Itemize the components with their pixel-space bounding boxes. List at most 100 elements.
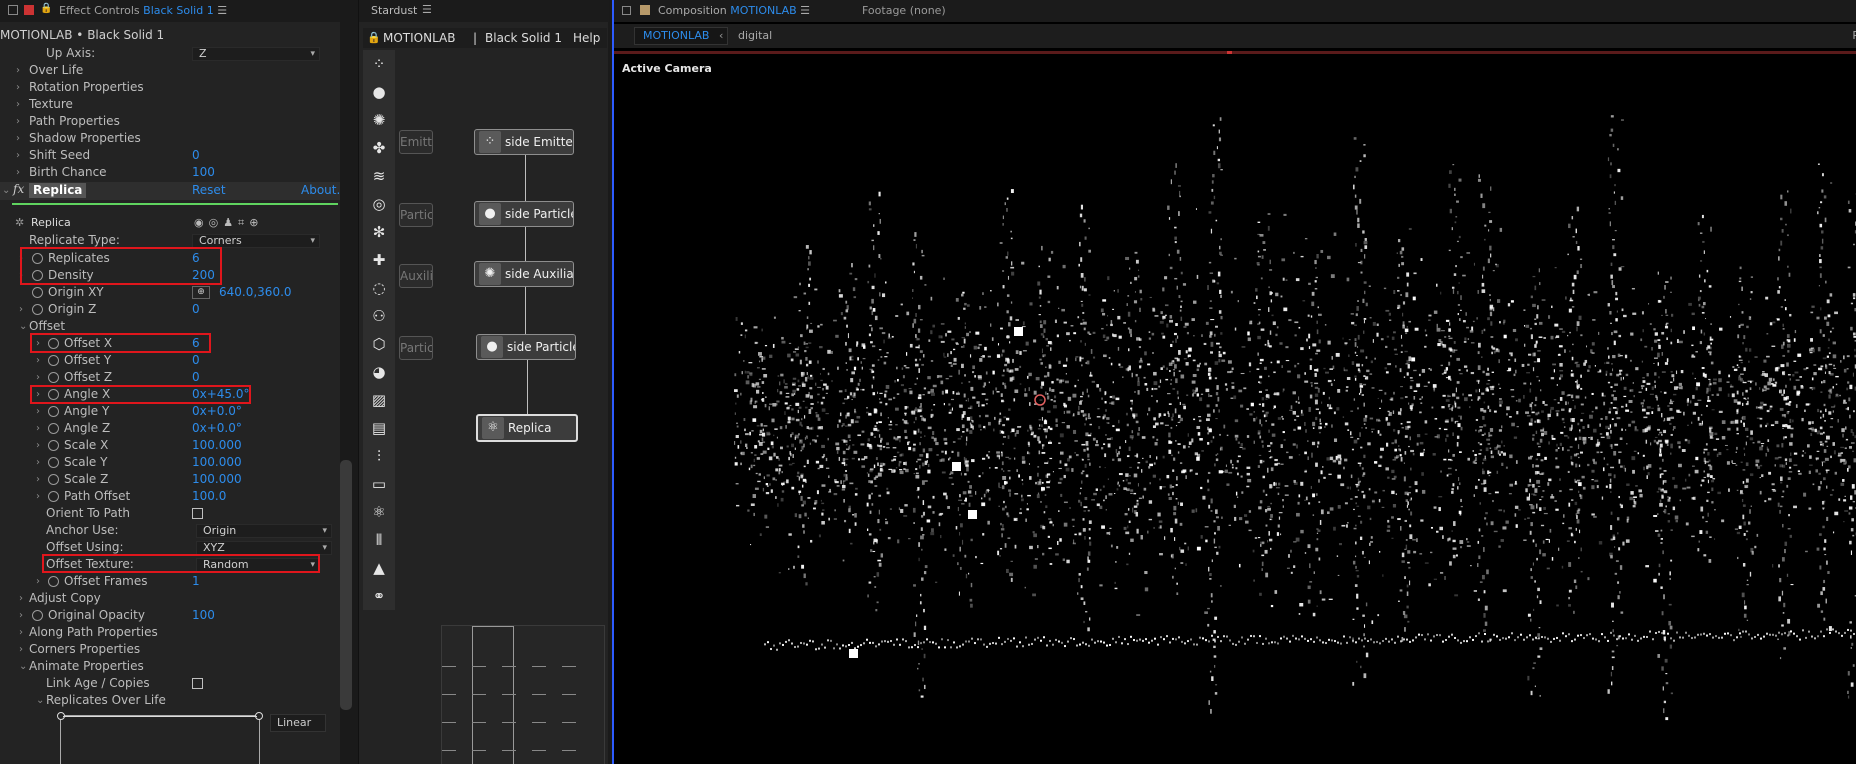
origin-z-value[interactable]: 0	[192, 301, 200, 318]
stopwatch-icon[interactable]	[48, 355, 59, 366]
angle-y-value[interactable]: 0x+0.0°	[192, 403, 242, 420]
link-age-checkbox[interactable]	[192, 678, 203, 689]
ghost-node[interactable]: Auxilia	[399, 264, 433, 288]
replicate-type-dropdown[interactable]: Corners ▾	[192, 234, 320, 248]
sphere-tool-icon[interactable]: ◕	[367, 360, 391, 384]
bars-tool-icon[interactable]: ⫶	[367, 444, 391, 468]
offset-y-value[interactable]: 0	[192, 352, 200, 369]
original-opacity-row: › Original Opacity 100	[19, 607, 215, 624]
circles-tool-icon[interactable]: ⚇	[367, 304, 391, 328]
stopwatch-icon[interactable]	[32, 287, 43, 298]
emitter-tool-icon[interactable]: ⁘	[367, 52, 391, 76]
about-link[interactable]: About...	[301, 183, 340, 197]
node-side-auxiliary[interactable]: ✺side Auxiliary	[474, 261, 574, 287]
stopwatch-icon[interactable]	[48, 406, 59, 417]
node-side-particle[interactable]: ● side Particle	[474, 201, 574, 227]
node-replica[interactable]: ⚛ Replica	[476, 414, 578, 442]
offset-z-value[interactable]: 0	[192, 369, 200, 386]
effect-name[interactable]: Replica	[29, 183, 87, 198]
ghost-node[interactable]: Particle	[399, 336, 433, 360]
interpolation-dropdown[interactable]: Linear	[270, 714, 326, 732]
anchor-use-dropdown[interactable]: Origin ▾	[196, 524, 332, 538]
composition-subtabs: MOTIONLAB‹ digital R	[614, 24, 1856, 48]
comp-subtab-digital[interactable]: digital	[738, 29, 772, 42]
stopwatch-icon[interactable]	[48, 491, 59, 502]
twirl-icon: ›	[16, 65, 20, 76]
replica-group-row: ✲ Replica ◉◎♟⌗⊕	[15, 214, 264, 231]
stopwatch-icon[interactable]	[48, 372, 59, 383]
effect-controls-tab[interactable]: 🔒 Effect Controls Black Solid 1 ☰	[0, 0, 340, 22]
burst-tool-icon[interactable]: ✺	[367, 108, 391, 132]
stopwatch-icon[interactable]	[32, 610, 43, 621]
up-axis-dropdown[interactable]: Z ▾	[192, 47, 320, 61]
cone-tool-icon[interactable]: ▲	[367, 556, 391, 580]
stopwatch-icon[interactable]	[48, 423, 59, 434]
up-axis-row: Up Axis: Z ▾	[0, 45, 340, 62]
scale-x-value[interactable]: 100.000	[192, 437, 242, 454]
composition-color-icon	[640, 5, 650, 15]
offset-frames-value[interactable]: 1	[192, 573, 200, 590]
stardust-tab[interactable]: Stardust ☰	[359, 0, 609, 22]
hatch-tool-icon[interactable]: ▨	[367, 388, 391, 412]
spark-tool-icon[interactable]: ✻	[367, 220, 391, 244]
lock-red-icon	[24, 5, 34, 15]
composition-viewer[interactable]: Active Camera	[614, 54, 1856, 764]
panel-close-icon[interactable]	[8, 5, 18, 15]
particle-render	[734, 115, 1856, 721]
rect-tool-icon[interactable]: ▭	[367, 472, 391, 496]
plus-tool-icon[interactable]: ✚	[367, 248, 391, 272]
birth-chance-value[interactable]: 100	[192, 164, 215, 181]
node-side-emitter[interactable]: ⁘ side Emitter	[474, 129, 574, 155]
original-opacity-value[interactable]: 100	[192, 607, 215, 624]
twirl-icon: ›	[16, 99, 20, 110]
stopwatch-icon[interactable]	[48, 457, 59, 468]
anchor-use-row: Anchor Use: Origin ▾	[0, 522, 340, 539]
effect-controls-panel: 🔒 Effect Controls Black Solid 1 ☰ MOTION…	[0, 0, 340, 764]
dotted-circle-tool-icon[interactable]: ◌	[367, 276, 391, 300]
replica-mode-icons[interactable]: ◉◎♟⌗⊕	[194, 214, 263, 231]
path-offset-value[interactable]: 100.0	[192, 488, 226, 505]
target-tool-icon[interactable]: ◎	[367, 192, 391, 216]
composition-tab[interactable]: Composition MOTIONLAB ☰ Footage (none)	[614, 0, 1856, 22]
replica-icon: ⚛	[482, 417, 504, 439]
origin-xy-row: Origin XY ⊕ 640.0,360.0	[0, 284, 340, 301]
stardust-toolstrip: ⁘ ● ✺ ✤ ≋ ◎ ✻ ✚ ◌ ⚇ ⬡ ◕ ▨ ▤ ⫶ ▭ ⚛ ⦀ ▲ ⚭	[363, 50, 395, 610]
lock-icon[interactable]: 🔒	[40, 3, 52, 14]
fan-tool-icon[interactable]: ✤	[367, 136, 391, 160]
replica-effect-header[interactable]: ⌄ fx Replica Reset About...	[0, 182, 340, 200]
ghost-node[interactable]: Emitte	[399, 130, 433, 154]
panel-close-icon[interactable]	[622, 6, 631, 15]
node-minimap[interactable]	[441, 625, 605, 764]
scale-z-value[interactable]: 100.000	[192, 471, 242, 488]
ghost-node[interactable]: Partic	[399, 203, 433, 227]
link-tool-icon[interactable]: ⚭	[367, 584, 391, 608]
comp-subtab-motionlab[interactable]: MOTIONLAB ‹	[634, 27, 729, 45]
orient-to-path-checkbox[interactable]	[192, 508, 203, 519]
stopwatch-icon[interactable]	[48, 576, 59, 587]
offset-using-dropdown[interactable]: XYZ ▾	[196, 541, 332, 555]
angle-z-value[interactable]: 0x+0.0°	[192, 420, 242, 437]
lock-icon[interactable]: 🔒	[367, 28, 381, 48]
wave-tool-icon[interactable]: ≋	[367, 164, 391, 188]
text-tool-icon[interactable]: ▤	[367, 416, 391, 440]
stopwatch-icon[interactable]	[48, 474, 59, 485]
reset-link[interactable]: Reset	[192, 183, 226, 197]
scale-y-value[interactable]: 100.000	[192, 454, 242, 471]
fx-icon[interactable]: fx	[13, 182, 24, 196]
particle-tool-icon[interactable]: ●	[367, 80, 391, 104]
origin-xy-value[interactable]: 640.0,360.0	[219, 284, 292, 301]
effect-controls-scrollbar[interactable]	[340, 460, 352, 710]
stopwatch-icon[interactable]	[48, 440, 59, 451]
stopwatch-icon[interactable]	[32, 304, 43, 315]
node-side-particle-2[interactable]: ● side Particle	[476, 334, 576, 360]
particle-icon: ●	[479, 203, 501, 225]
lines-tool-icon[interactable]: ⦀	[367, 528, 391, 552]
crosshair-icon[interactable]: ⊕	[192, 286, 210, 299]
shift-seed-value[interactable]: 0	[192, 147, 200, 164]
footage-tab[interactable]: Footage (none)	[862, 4, 946, 17]
offset-z-row: › Offset Z0	[36, 369, 200, 386]
replica-tool-icon[interactable]: ⚛	[367, 500, 391, 524]
help-link[interactable]: Help	[573, 28, 600, 48]
curve-graph[interactable]	[57, 712, 263, 764]
cube-tool-icon[interactable]: ⬡	[367, 332, 391, 356]
